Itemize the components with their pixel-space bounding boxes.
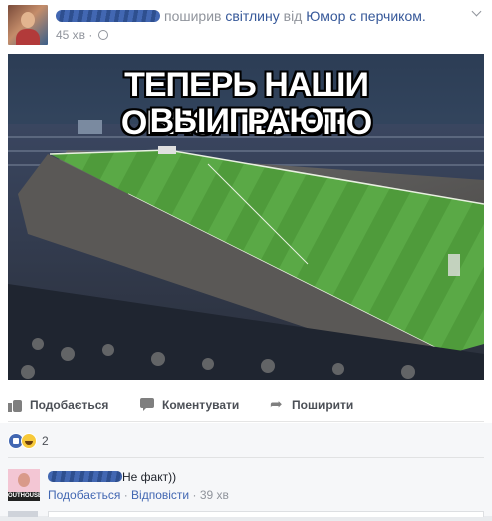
meta-separator: ·	[123, 488, 128, 502]
author-avatar[interactable]	[8, 5, 48, 45]
share-button[interactable]: Поширити	[270, 390, 353, 420]
commenter-name-redacted[interactable]	[48, 471, 122, 482]
meta-separator: ·	[192, 488, 197, 502]
post-headline: поширив світлину від Юмор с перчиком.	[56, 7, 426, 25]
reactions-summary[interactable]: 2	[8, 432, 49, 450]
like-button[interactable]: Подобається	[8, 390, 108, 420]
avatar-face	[21, 12, 35, 28]
avatar-label: OUTHOUSE	[8, 492, 40, 501]
feed-post-card: поширив світлину від Юмор с перчиком. 45…	[0, 0, 492, 517]
reaction-count: 2	[42, 434, 49, 448]
like-label: Подобається	[30, 398, 109, 412]
comment-label: Коментувати	[162, 398, 240, 412]
meta-separator: ·	[88, 28, 93, 42]
author-name-redacted[interactable]	[56, 10, 160, 22]
post-time[interactable]: 45 хв	[56, 28, 85, 42]
comment-time[interactable]: 39 хв	[200, 488, 229, 502]
comment-body: Не факт))	[48, 470, 176, 485]
comments-section: 2 OUTHOUSE Не факт)) Подобається · Відпо…	[0, 423, 492, 517]
commenter-avatar[interactable]: OUTHOUSE	[8, 469, 40, 501]
globe-icon	[97, 30, 108, 40]
comment-item: OUTHOUSE Не факт)) Подобається · Відпові…	[8, 467, 484, 507]
current-user-avatar	[8, 511, 38, 517]
post-photo[interactable]: ТЕПЕРЬ НАШИ ОБЯЗАТЕЛЬНО ВЫИГРАЮТ	[8, 54, 484, 380]
comment-meta: Подобається · Відповісти · 39 хв	[48, 488, 229, 503]
avatar-body	[16, 29, 40, 45]
avatar-head	[18, 473, 30, 487]
comment-input[interactable]	[48, 511, 484, 517]
comment-button[interactable]: Коментувати	[140, 390, 239, 420]
comment-like-link[interactable]: Подобається	[48, 488, 120, 502]
thumbs-up-icon	[8, 398, 24, 412]
photo-link[interactable]: світлину	[225, 8, 279, 24]
post-meta: 45 хв ·	[56, 27, 108, 43]
post-header: поширив світлину від Юмор с перчиком. 45…	[8, 5, 484, 45]
post-actions-bar: Подобається Коментувати Поширити	[8, 390, 484, 422]
comment-reply-link[interactable]: Відповісти	[131, 488, 189, 502]
divider	[8, 457, 484, 458]
chevron-down-icon[interactable]	[470, 5, 484, 17]
share-arrow-icon	[270, 395, 286, 413]
reply-box	[8, 511, 484, 521]
speech-bubble-icon	[140, 398, 156, 412]
shared-action-text: поширив	[164, 8, 222, 24]
haha-reaction-icon	[21, 433, 37, 449]
source-page-link[interactable]: Юмор с перчиком.	[306, 8, 426, 24]
comment-text: Не факт))	[122, 470, 177, 484]
meme-caption-line2: ВЫИГРАЮТ	[149, 102, 344, 140]
share-label: Поширити	[292, 398, 354, 412]
from-text: від	[283, 8, 303, 24]
